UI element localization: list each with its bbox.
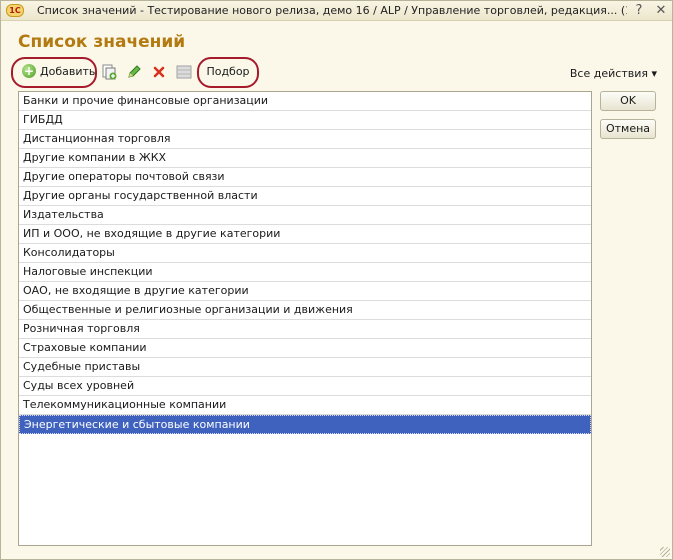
add-highlight-ring <box>11 57 97 88</box>
list-item[interactable]: Другие органы государственной власти <box>19 187 591 206</box>
copy-icon[interactable] <box>101 64 117 80</box>
list-item[interactable]: Другие компании в ЖКХ <box>19 149 591 168</box>
window: 1С Список значений - Тестирование нового… <box>0 0 673 560</box>
list-item[interactable]: Судебные приставы <box>19 358 591 377</box>
podbor-highlight-ring <box>197 57 259 88</box>
delete-icon[interactable] <box>151 64 167 80</box>
ok-button[interactable]: OK <box>600 91 656 111</box>
list-item[interactable]: Консолидаторы <box>19 244 591 263</box>
list-item[interactable]: Банки и прочие финансовые организации <box>19 92 591 111</box>
help-icon[interactable]: ? <box>631 3 647 19</box>
list-item[interactable]: ИП и ООО, не входящие в другие категории <box>19 225 591 244</box>
app-logo-icon: 1С <box>6 4 24 17</box>
close-icon[interactable]: ✕ <box>653 3 669 19</box>
toolbar: + Добавить Подбор Все действия ▾ <box>11 57 663 88</box>
form-title: Список значений <box>18 32 186 52</box>
title-bar: 1С Список значений - Тестирование нового… <box>1 1 672 21</box>
list-item[interactable]: Страховые компании <box>19 339 591 358</box>
list-item[interactable]: Другие операторы почтовой связи <box>19 168 591 187</box>
list-item[interactable]: Общественные и религиозные организации и… <box>19 301 591 320</box>
cancel-button[interactable]: Отмена <box>600 119 656 139</box>
resize-grip[interactable] <box>660 547 670 557</box>
list-item[interactable]: Издательства <box>19 206 591 225</box>
list-item[interactable]: Розничная торговля <box>19 320 591 339</box>
edit-pencil-icon[interactable] <box>126 64 142 80</box>
list-item[interactable]: Энергетические и сбытовые компании <box>19 415 591 434</box>
list-item[interactable]: ГИБДД <box>19 111 591 130</box>
window-title: Список значений - Тестирование нового ре… <box>37 4 627 17</box>
value-list[interactable]: Банки и прочие финансовые организации ГИБ… <box>18 91 592 546</box>
table-icon[interactable] <box>176 64 192 80</box>
all-actions-menu[interactable]: Все действия ▾ <box>570 67 657 80</box>
list-item[interactable]: Суды всех уровней <box>19 377 591 396</box>
list-item[interactable]: Телекоммуникационные компании <box>19 396 591 415</box>
list-item[interactable]: Дистанционная торговля <box>19 130 591 149</box>
list-item[interactable]: ОАО, не входящие в другие категории <box>19 282 591 301</box>
list-item[interactable]: Налоговые инспекции <box>19 263 591 282</box>
